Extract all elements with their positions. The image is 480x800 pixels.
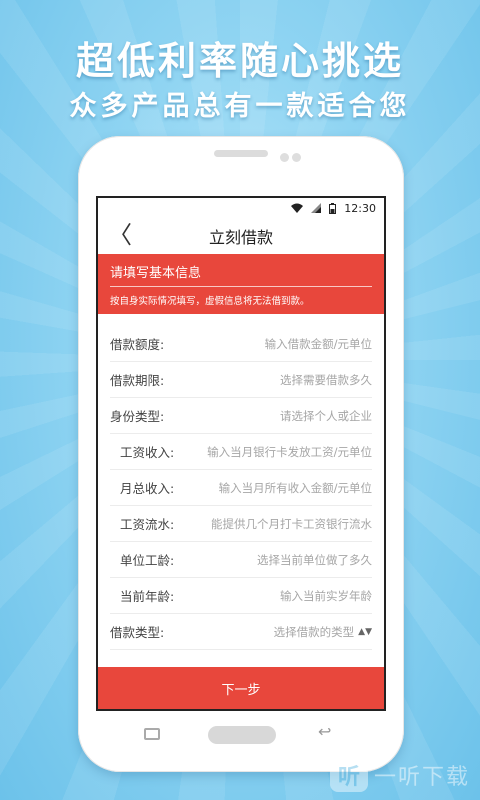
form-row-salary-income[interactable]: 工资收入: 输入当月银行卡发放工资/元单位 (110, 434, 372, 470)
form-row-work-years[interactable]: 单位工龄: 选择当前单位做了多久 (110, 542, 372, 578)
field-label: 身份类型: (110, 409, 165, 424)
form-row-identity-type[interactable]: 身份类型: 请选择个人或企业 (110, 398, 372, 434)
info-banner: 请填写基本信息 按自身实际情况填写，虚假信息将无法借到款。 (98, 254, 384, 314)
salary-income-input[interactable]: 输入当月银行卡发放工资/元单位 (207, 444, 372, 460)
back-key-icon: ↩ (318, 722, 332, 741)
form-row-loan-term[interactable]: 借款期限: 选择需要借款多久 (110, 362, 372, 398)
signal-icon (311, 203, 322, 213)
banner-title: 请填写基本信息 (110, 262, 372, 287)
watermark-logo-icon: 听 (329, 758, 368, 792)
work-years-select[interactable]: 选择当前单位做了多久 (257, 552, 372, 568)
field-label: 借款期限: (110, 373, 165, 388)
watermark: 听 一听下载 (329, 758, 470, 792)
banner-subtitle: 按自身实际情况填写，虚假信息将无法借到款。 (110, 296, 310, 307)
next-button[interactable]: 下一步 (98, 667, 384, 709)
field-label: 单位工龄: (120, 553, 175, 568)
loan-term-select[interactable]: 选择需要借款多久 (280, 372, 372, 388)
page-title: 立刻借款 (208, 228, 273, 247)
phone-sensor (292, 153, 301, 162)
wifi-icon (291, 203, 304, 213)
form-row-loan-amount[interactable]: 借款额度: 输入借款金额/元单位 (110, 326, 372, 362)
form-row-monthly-income[interactable]: 月总收入: 输入当月所有收入金额/元单位 (110, 470, 372, 506)
field-label: 工资收入: (120, 445, 175, 460)
phone-frame: 12:30 〈 立刻借款 请填写基本信息 按自身实际情况填写，虚假信息将无法借到… (78, 136, 404, 772)
field-label: 借款类型: (110, 625, 165, 640)
form-row-salary-flow[interactable]: 工资流水: 能提供几个月打卡工资银行流水 (110, 506, 372, 542)
chevron-left-icon[interactable]: 〈 (108, 223, 132, 247)
updown-arrow-icon: ▲▼ (358, 626, 372, 637)
loan-type-placeholder: 选择借款的类型 (273, 624, 355, 639)
phone-speaker (214, 150, 268, 157)
loan-type-select[interactable]: 选择借款的类型 ▲▼ (274, 624, 372, 640)
current-age-input[interactable]: 输入当前实岁年龄 (280, 588, 372, 604)
nav-bar: 〈 立刻借款 (98, 218, 384, 254)
battery-icon (329, 202, 337, 214)
recent-apps-icon (144, 728, 160, 740)
salary-flow-input[interactable]: 能提供几个月打卡工资银行流水 (211, 516, 372, 532)
form-row-loan-type[interactable]: 借款类型: 选择借款的类型 ▲▼ (110, 614, 372, 650)
phone-camera (280, 153, 289, 162)
field-label: 月总收入: (120, 481, 175, 496)
form-row-current-age[interactable]: 当前年龄: 输入当前实岁年龄 (110, 578, 372, 614)
phone-hardware-keys: ↩ (78, 722, 404, 746)
status-bar: 12:30 (98, 198, 384, 218)
status-time: 12:30 (344, 201, 376, 215)
home-button (208, 726, 276, 744)
field-label: 工资流水: (120, 517, 175, 532)
identity-type-select[interactable]: 请选择个人或企业 (280, 408, 372, 424)
app-screen: 12:30 〈 立刻借款 请填写基本信息 按自身实际情况填写，虚假信息将无法借到… (96, 196, 386, 711)
field-label: 当前年龄: (120, 589, 175, 604)
loan-amount-input[interactable]: 输入借款金额/元单位 (265, 336, 372, 352)
monthly-income-input[interactable]: 输入当月所有收入金额/元单位 (219, 480, 372, 496)
promo-headline: 超低利率随心挑选 (75, 39, 404, 83)
watermark-text: 一听下载 (373, 765, 470, 790)
field-label: 借款额度: (110, 337, 165, 352)
promo-subheadline: 众多产品总有一款适合您 (69, 91, 411, 122)
